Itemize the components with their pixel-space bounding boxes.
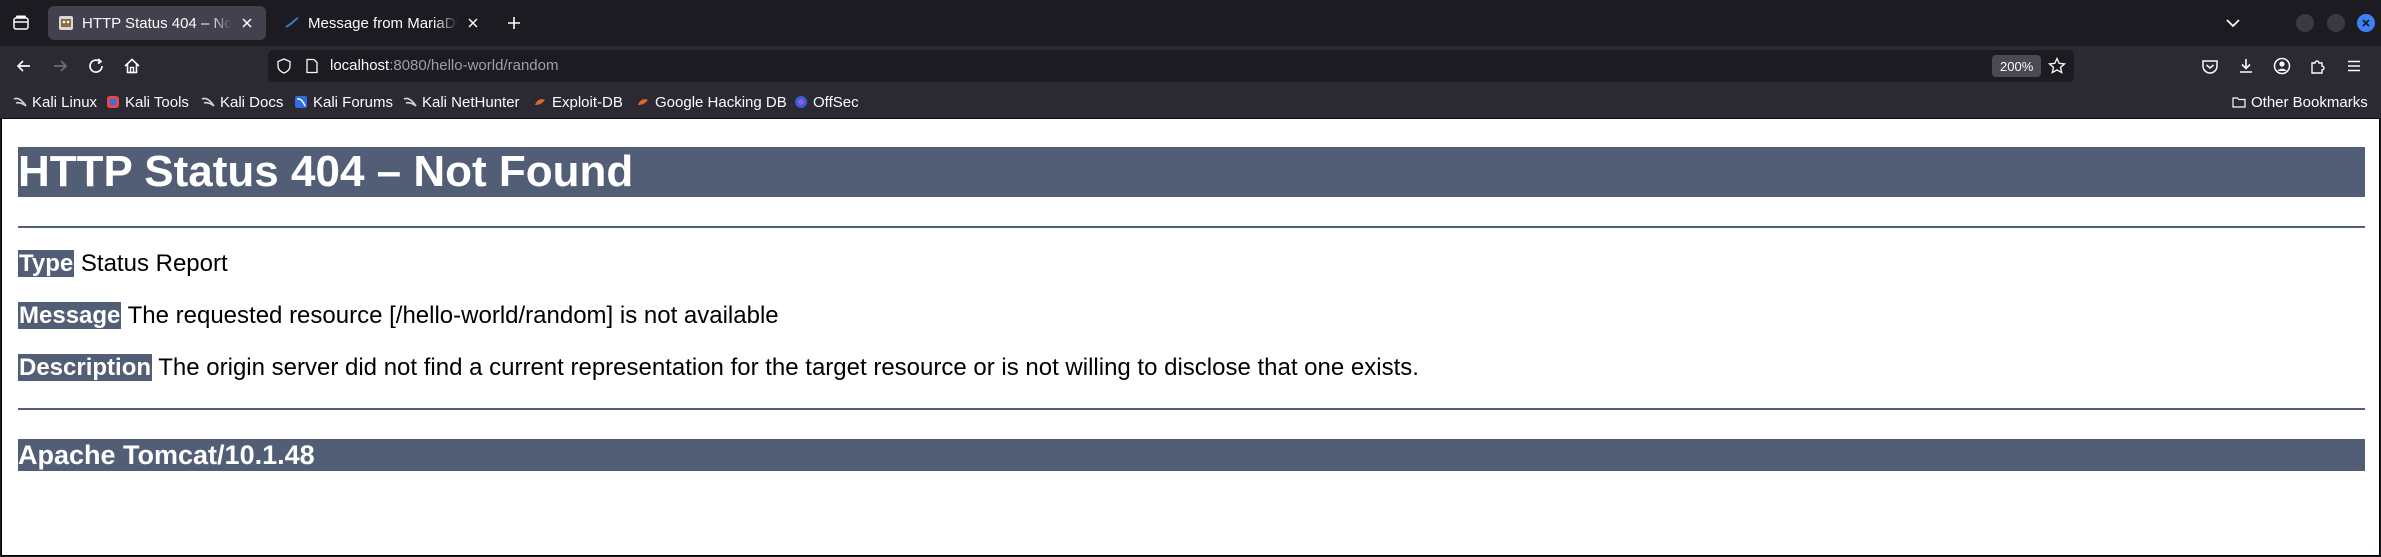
menu-button[interactable]: [2342, 54, 2366, 78]
tab-mariadb[interactable]: Message from MariaDB: [274, 6, 492, 40]
back-button[interactable]: [12, 54, 36, 78]
tab-http-404[interactable]: HTTP Status 404 – Not Found: [48, 6, 266, 40]
bookmark-label: Kali Forums: [313, 93, 394, 111]
description-label: Description: [18, 354, 153, 381]
type-row: Type Status Report: [18, 249, 228, 279]
pocket-button[interactable]: [2198, 54, 2222, 78]
tab-close-button[interactable]: [238, 14, 256, 32]
shield-icon[interactable]: [276, 58, 292, 74]
maximize-button[interactable]: [2327, 14, 2345, 32]
url-text[interactable]: localhost:8080/hello-world/random: [330, 57, 558, 74]
message-value: The requested resource [/hello-world/ran…: [127, 302, 779, 329]
puzzle-icon: [2311, 60, 2325, 74]
page-content: HTTP Status 404 – Not Found Type Status …: [1, 119, 2380, 556]
close-icon: [468, 18, 478, 28]
bookmark-label: Kali Tools: [125, 93, 189, 111]
pocket-icon: [2202, 60, 2218, 74]
url-host: localhost: [330, 57, 390, 74]
reload-button[interactable]: [84, 54, 108, 78]
divider: [18, 408, 2365, 410]
type-value: Status Report: [80, 250, 228, 277]
offsec-icon: [795, 96, 807, 108]
firefox-view-button[interactable]: [8, 10, 34, 36]
bookmark-kali-docs[interactable]: Kali Docs: [201, 93, 283, 111]
bookmark-kali-tools[interactable]: Kali Tools: [106, 93, 189, 111]
bookmark-label: OffSec: [813, 93, 859, 111]
window-close-button[interactable]: [2357, 14, 2375, 32]
tab-title: HTTP Status 404 – Not Found: [82, 14, 232, 32]
description-value: The origin server did not find a current…: [158, 354, 1419, 381]
kali-dragon-icon: [403, 97, 417, 107]
kali-forums-icon: [295, 96, 307, 108]
extensions-button[interactable]: [2306, 54, 2330, 78]
url-path: :8080/hello-world/random: [389, 57, 559, 74]
downloads-button[interactable]: [2234, 54, 2258, 78]
bookmark-offsec[interactable]: OffSec: [794, 93, 859, 111]
tab-strip: HTTP Status 404 – Not Found Message from…: [0, 0, 2381, 46]
kali-dragon-icon: [13, 97, 27, 107]
star-icon[interactable]: [2048, 57, 2066, 75]
chevron-down-icon: [2226, 19, 2240, 28]
zoom-indicator[interactable]: 200%: [1992, 55, 2042, 77]
home-icon: [124, 58, 140, 74]
hamburger-icon: [2348, 60, 2360, 72]
account-button[interactable]: [2270, 54, 2294, 78]
tab-close-button[interactable]: [464, 14, 482, 32]
bookmark-label: Google Hacking DB: [655, 93, 787, 111]
close-icon: [242, 18, 252, 28]
page-icon[interactable]: [304, 58, 320, 74]
bookmark-google-hacking-db[interactable]: Google Hacking DB: [636, 93, 787, 111]
bookmark-label: Kali NetHunter: [422, 93, 520, 111]
bookmark-label: Exploit-DB: [552, 93, 623, 111]
list-all-tabs-button[interactable]: [2222, 12, 2244, 34]
exploit-db-icon: [638, 99, 648, 105]
kali-tools-icon: [107, 96, 119, 108]
new-tab-button[interactable]: [503, 12, 525, 34]
url-bar[interactable]: localhost:8080/hello-world/random 200%: [268, 50, 2074, 82]
message-row: Message The requested resource [/hello-w…: [18, 301, 779, 331]
exploit-db-icon: [535, 99, 545, 105]
tomcat-favicon-icon: [59, 16, 73, 30]
home-button[interactable]: [120, 54, 144, 78]
arrow-right-icon: [54, 60, 68, 72]
forward-button[interactable]: [48, 54, 72, 78]
bookmark-kali-linux[interactable]: Kali Linux: [13, 93, 97, 111]
kali-dragon-icon: [201, 97, 215, 107]
plus-icon: [508, 17, 520, 29]
bookmarks-toolbar: Kali Linux Kali Tools Kali Docs Kali For…: [0, 86, 2381, 119]
folder-icon: [2232, 97, 2246, 108]
arrow-left-icon: [16, 60, 30, 72]
server-version: Apache Tomcat/10.1.48: [18, 439, 2365, 471]
page-title: HTTP Status 404 – Not Found: [18, 147, 2365, 197]
navigation-toolbar: localhost:8080/hello-world/random 200%: [0, 46, 2381, 86]
bookmark-exploit-db[interactable]: Exploit-DB: [533, 93, 623, 111]
account-icon: [2273, 57, 2291, 75]
other-bookmarks[interactable]: Other Bookmarks: [2232, 93, 2368, 111]
mariadb-favicon-icon: [285, 17, 299, 28]
description-row: Description The origin server did not fi…: [18, 353, 1419, 383]
bookmark-kali-nethunter[interactable]: Kali NetHunter: [403, 93, 520, 111]
divider: [18, 226, 2365, 228]
bookmark-kali-forums[interactable]: Kali Forums: [294, 93, 393, 111]
firefox-view-icon: [13, 15, 29, 30]
tab-title: Message from MariaDB: [308, 14, 458, 32]
bookmark-label: Kali Docs: [220, 93, 284, 111]
bookmark-label: Kali Linux: [32, 93, 98, 111]
minimize-button[interactable]: [2296, 14, 2314, 32]
other-bookmarks-label: Other Bookmarks: [2251, 93, 2368, 111]
reload-icon: [89, 58, 103, 73]
close-icon: [2362, 19, 2370, 27]
message-label: Message: [18, 302, 122, 329]
type-label: Type: [18, 250, 75, 277]
download-icon: [2240, 59, 2252, 73]
